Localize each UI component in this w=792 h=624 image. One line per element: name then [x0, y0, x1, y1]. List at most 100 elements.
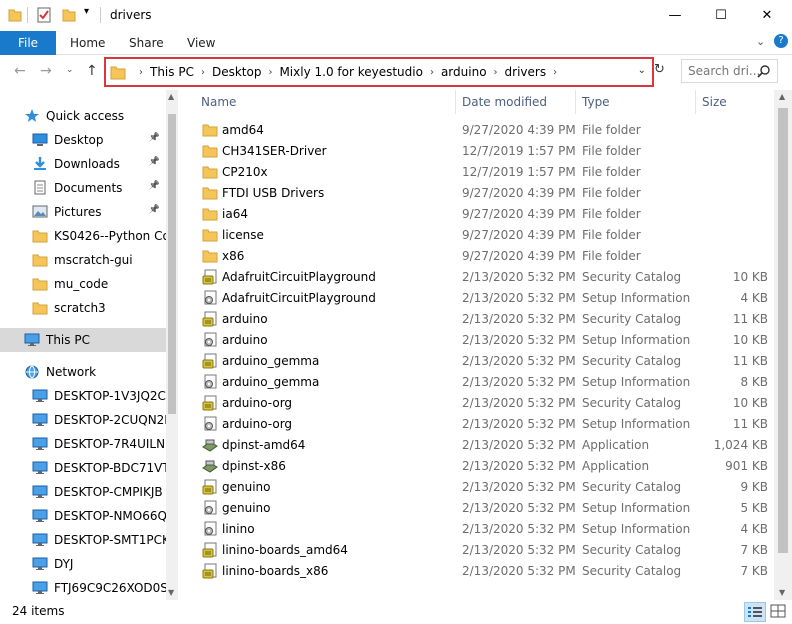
sidebar-item[interactable]: Documents 📌 — [0, 176, 166, 200]
large-icons-view-button[interactable] — [768, 602, 790, 622]
minimize-button[interactable]: — — [652, 0, 698, 31]
file-row[interactable]: arduino 2/13/2020 5:32 PM Security Catalog… — [194, 309, 774, 330]
forward-icon[interactable]: → — [40, 63, 52, 79]
up-icon[interactable]: ↑ — [86, 63, 98, 79]
scroll-down-icon[interactable]: ▼ — [168, 588, 174, 597]
navigation-pane: ▲ ▼ Quick access Desktop 📌 Downloads 📌 Docume… — [0, 90, 178, 600]
file-list-scrollbar[interactable]: ▲ ▼ — [774, 90, 792, 600]
sidebar-scroll-thumb[interactable] — [168, 114, 176, 414]
sidebar-item[interactable]: Pictures 📌 — [0, 200, 166, 224]
column-header-type[interactable]: Type — [582, 90, 610, 114]
tab-view[interactable]: View — [187, 36, 215, 50]
column-divider[interactable] — [455, 90, 456, 114]
sidebar-scrollbar[interactable]: ▲ ▼ — [166, 90, 178, 600]
sidebar-item[interactable]: FTJ69C9C26XOD0S — [0, 576, 166, 600]
column-divider[interactable] — [575, 90, 576, 114]
scroll-up-icon[interactable]: ▲ — [168, 92, 174, 101]
chevron-right-icon[interactable]: › — [494, 67, 498, 78]
sidebar-item[interactable]: DYJ — [0, 552, 166, 576]
file-date-modified: 9/27/2020 4:39 PM — [462, 228, 576, 242]
file-row[interactable]: genuino 2/13/2020 5:32 PM Security Catalog… — [194, 477, 774, 498]
sidebar-item-label: DESKTOP-NMO66QN — [54, 509, 166, 523]
recent-locations-icon[interactable]: ⌄ — [66, 65, 74, 75]
close-button[interactable]: ✕ — [744, 0, 790, 31]
maximize-button[interactable]: ☐ — [698, 0, 744, 31]
breadcrumb-item[interactable]: This PC — [150, 65, 194, 79]
sidebar-item[interactable]: This PC — [0, 328, 166, 352]
file-row[interactable]: arduino_gemma 2/13/2020 5:32 PM Setup Info… — [194, 372, 774, 393]
tab-file[interactable]: File — [0, 31, 56, 55]
file-row[interactable]: FTDI USB Drivers 9/27/2020 4:39 PM File fo… — [194, 183, 774, 204]
download-icon — [34, 157, 46, 170]
back-icon[interactable]: ← — [14, 63, 26, 79]
file-row[interactable]: dpinst-x86 2/13/2020 5:32 PM Application 90… — [194, 456, 774, 477]
sidebar-item[interactable]: scratch3 — [0, 296, 166, 320]
column-header-name[interactable]: Name — [201, 90, 236, 114]
breadcrumb-item[interactable]: arduino — [441, 65, 487, 79]
folder-icon — [202, 187, 218, 200]
file-row[interactable]: arduino-org 2/13/2020 5:32 PM Setup Inform… — [194, 414, 774, 435]
scroll-up-icon[interactable]: ▲ — [779, 92, 785, 101]
file-row[interactable]: arduino_gemma 2/13/2020 5:32 PM Security C… — [194, 351, 774, 372]
file-row[interactable]: AdafruitCircuitPlayground 2/13/2020 5:32 … — [194, 267, 774, 288]
chevron-down-icon[interactable]: ⌄ — [638, 65, 646, 76]
sidebar-item[interactable]: DESKTOP-1V3JQ2C — [0, 384, 166, 408]
scroll-down-icon[interactable]: ▼ — [779, 588, 785, 597]
file-date-modified: 2/13/2020 5:32 PM — [462, 417, 576, 431]
customize-toolbar-icon[interactable]: ▾ — [84, 6, 89, 17]
sidebar-item[interactable]: KS0426--Python Cod — [0, 224, 166, 248]
file-row[interactable]: linino-boards_amd64 2/13/2020 5:32 PM Secu… — [194, 540, 774, 561]
chevron-right-icon[interactable]: › — [430, 67, 434, 78]
breadcrumb-item[interactable]: Mixly 1.0 for keyestudio — [279, 65, 423, 79]
chevron-right-icon[interactable]: › — [201, 67, 205, 78]
file-row[interactable]: genuino 2/13/2020 5:32 PM Setup Informatio… — [194, 498, 774, 519]
sidebar-item[interactable]: DESKTOP-NMO66QN — [0, 504, 166, 528]
file-row[interactable]: license 9/27/2020 4:39 PM File folder — [194, 225, 774, 246]
tab-share[interactable]: Share — [129, 36, 164, 50]
address-bar[interactable]: › This PC › Desktop › Mixly 1.0 for keye… — [104, 57, 654, 87]
file-row[interactable]: dpinst-amd64 2/13/2020 5:32 PM Application… — [194, 435, 774, 456]
sidebar-item[interactable]: mscratch-gui — [0, 248, 166, 272]
sidebar-item-label: mscratch-gui — [54, 253, 133, 267]
refresh-icon[interactable]: ↻ — [654, 62, 665, 77]
file-type: File folder — [582, 228, 641, 242]
details-view-button[interactable] — [744, 602, 766, 622]
file-row[interactable]: ia64 9/27/2020 4:39 PM File folder — [194, 204, 774, 225]
search-input[interactable]: Search dri... — [681, 59, 778, 83]
file-row[interactable]: CP210x 12/7/2019 1:57 PM File folder — [194, 162, 774, 183]
chevron-right-icon[interactable]: › — [553, 67, 557, 78]
breadcrumb-item[interactable]: Desktop — [212, 65, 262, 79]
file-row[interactable]: linino 2/13/2020 5:32 PM Setup Information… — [194, 519, 774, 540]
file-row[interactable]: amd64 9/27/2020 4:39 PM File folder — [194, 120, 774, 141]
file-row[interactable]: x86 9/27/2020 4:39 PM File folder — [194, 246, 774, 267]
sidebar-item[interactable]: DESKTOP-CMPIKJB — [0, 480, 166, 504]
tab-home[interactable]: Home — [70, 36, 105, 50]
column-header-size[interactable]: Size — [702, 90, 727, 114]
sidebar-item[interactable]: mu_code — [0, 272, 166, 296]
file-row[interactable]: arduino 2/13/2020 5:32 PM Setup Informatio… — [194, 330, 774, 351]
column-header-date[interactable]: Date modified — [462, 90, 547, 114]
sidebar-item[interactable]: Desktop 📌 — [0, 128, 166, 152]
new-folder-icon[interactable] — [62, 7, 76, 23]
breadcrumb-item[interactable]: drivers — [505, 65, 547, 79]
column-divider[interactable] — [695, 90, 696, 114]
sidebar-item[interactable]: DESKTOP-2CUQN2H — [0, 408, 166, 432]
file-row[interactable]: CH341SER-Driver 12/7/2019 1:57 PM File fol… — [194, 141, 774, 162]
sidebar-item[interactable]: DESKTOP-BDC71VT — [0, 456, 166, 480]
sidebar-item[interactable]: DESKTOP-SMT1PCK — [0, 528, 166, 552]
file-row[interactable]: arduino-org 2/13/2020 5:32 PM Security Cat… — [194, 393, 774, 414]
sidebar-item[interactable]: Quick access — [0, 104, 166, 128]
file-name: arduino_gemma — [222, 354, 320, 368]
sidebar-item[interactable]: Downloads 📌 — [0, 152, 166, 176]
properties-icon[interactable] — [36, 7, 52, 23]
sidebar-item[interactable]: Network — [0, 360, 166, 384]
help-icon[interactable]: ? — [774, 34, 788, 48]
search-icon[interactable] — [757, 64, 771, 78]
file-row[interactable]: AdafruitCircuitPlayground 2/13/2020 5:32 … — [194, 288, 774, 309]
file-row[interactable]: linino-boards_x86 2/13/2020 5:32 PM Securi… — [194, 561, 774, 582]
sidebar-item[interactable]: DESKTOP-7R4UILN — [0, 432, 166, 456]
sidebar-item-label: DESKTOP-7R4UILN — [54, 437, 166, 451]
expand-ribbon-icon[interactable]: ⌄ — [756, 35, 765, 48]
chevron-right-icon[interactable]: › — [268, 67, 272, 78]
file-list-scroll-thumb[interactable] — [778, 108, 788, 553]
